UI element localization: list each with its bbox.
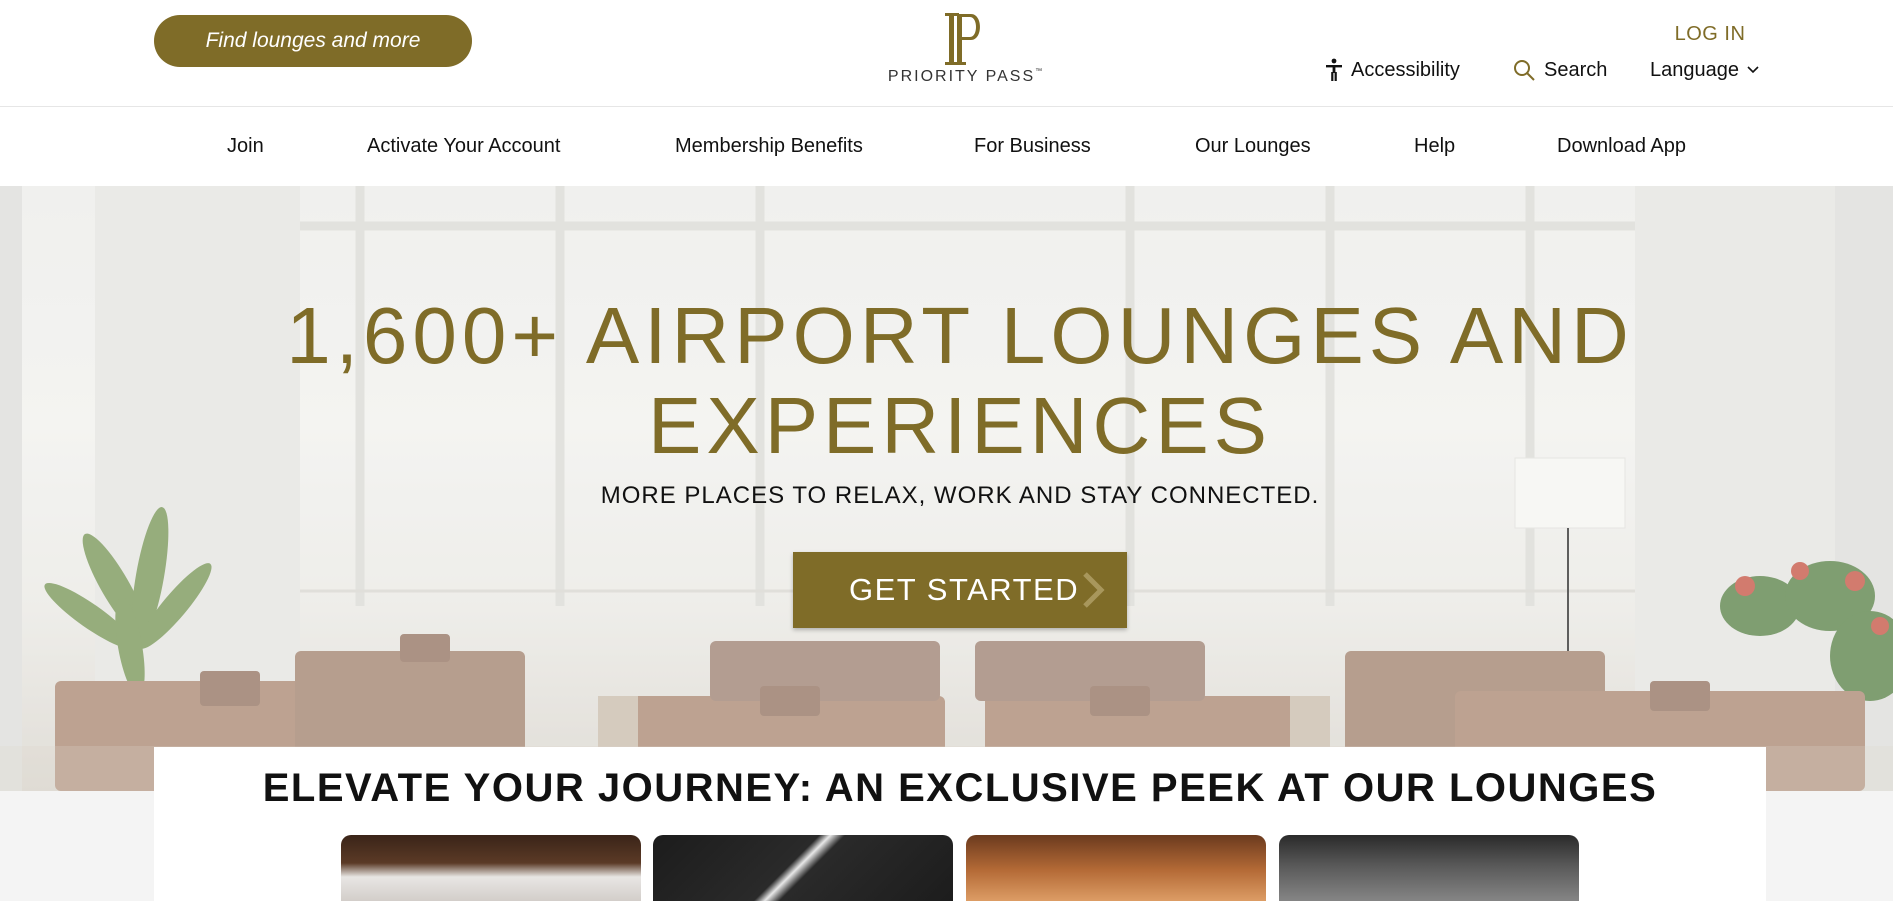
find-lounges-button[interactable]: Find lounges and more xyxy=(154,15,472,67)
nav-item-download-app[interactable]: Download App xyxy=(1557,135,1686,158)
lounge-thumbnail-3[interactable] xyxy=(966,835,1266,901)
lounge-thumbnail-4[interactable] xyxy=(1279,835,1579,901)
nav-item-our-lounges[interactable]: Our Lounges xyxy=(1195,135,1311,158)
search-button[interactable]: Search xyxy=(1512,54,1607,86)
lounges-peek-section: ELEVATE YOUR JOURNEY: AN EXCLUSIVE PEEK … xyxy=(154,747,1766,901)
get-started-button[interactable]: GET STARTED xyxy=(793,552,1127,628)
chevron-right-icon xyxy=(1083,572,1105,608)
lounges-section-title: ELEVATE YOUR JOURNEY: AN EXCLUSIVE PEEK … xyxy=(262,766,1658,810)
top-header: Find lounges and more PRIORITY PASS™ LOG… xyxy=(0,0,1893,107)
priority-pass-logo[interactable]: PRIORITY PASS™ xyxy=(880,12,1050,92)
accessibility-icon xyxy=(1326,58,1342,81)
accessibility-label: Accessibility xyxy=(1351,58,1460,81)
language-label: Language xyxy=(1650,58,1739,81)
login-link[interactable]: LOG IN xyxy=(1650,23,1770,46)
nav-item-membership-benefits[interactable]: Membership Benefits xyxy=(675,135,863,158)
language-selector[interactable]: Language xyxy=(1650,54,1759,86)
lounge-thumbnail-2[interactable] xyxy=(653,835,953,901)
lounge-thumbnail-1[interactable] xyxy=(341,835,641,901)
hero-banner: 1,600+ AIRPORT LOUNGES AND EXPERIENCES M… xyxy=(0,186,1893,791)
nav-item-for-business[interactable]: For Business xyxy=(974,135,1091,158)
hero-title-line1: 1,600+ AIRPORT LOUNGES AND xyxy=(286,291,1634,380)
nav-item-join[interactable]: Join xyxy=(227,135,264,158)
nav-item-help[interactable]: Help xyxy=(1414,135,1455,158)
accessibility-button[interactable]: Accessibility xyxy=(1325,54,1460,86)
hero-title: 1,600+ AIRPORT LOUNGES AND EXPERIENCES xyxy=(250,291,1670,471)
search-icon xyxy=(1514,60,1535,81)
search-label: Search xyxy=(1544,58,1608,81)
get-started-label: GET STARTED xyxy=(849,572,1080,607)
logo-tm: ™ xyxy=(1035,68,1043,75)
nav-item-activate-account[interactable]: Activate Your Account xyxy=(367,135,560,158)
hero-title-line2: EXPERIENCES xyxy=(647,381,1273,470)
main-nav: Join Activate Your Account Membership Be… xyxy=(0,107,1893,186)
hero-subtitle: MORE PLACES TO RELAX, WORK AND STAY CONN… xyxy=(600,482,1320,509)
chevron-down-icon xyxy=(1747,66,1759,74)
logo-text: PRIORITY PASS xyxy=(887,68,1036,85)
logo-mark-icon xyxy=(945,13,980,65)
